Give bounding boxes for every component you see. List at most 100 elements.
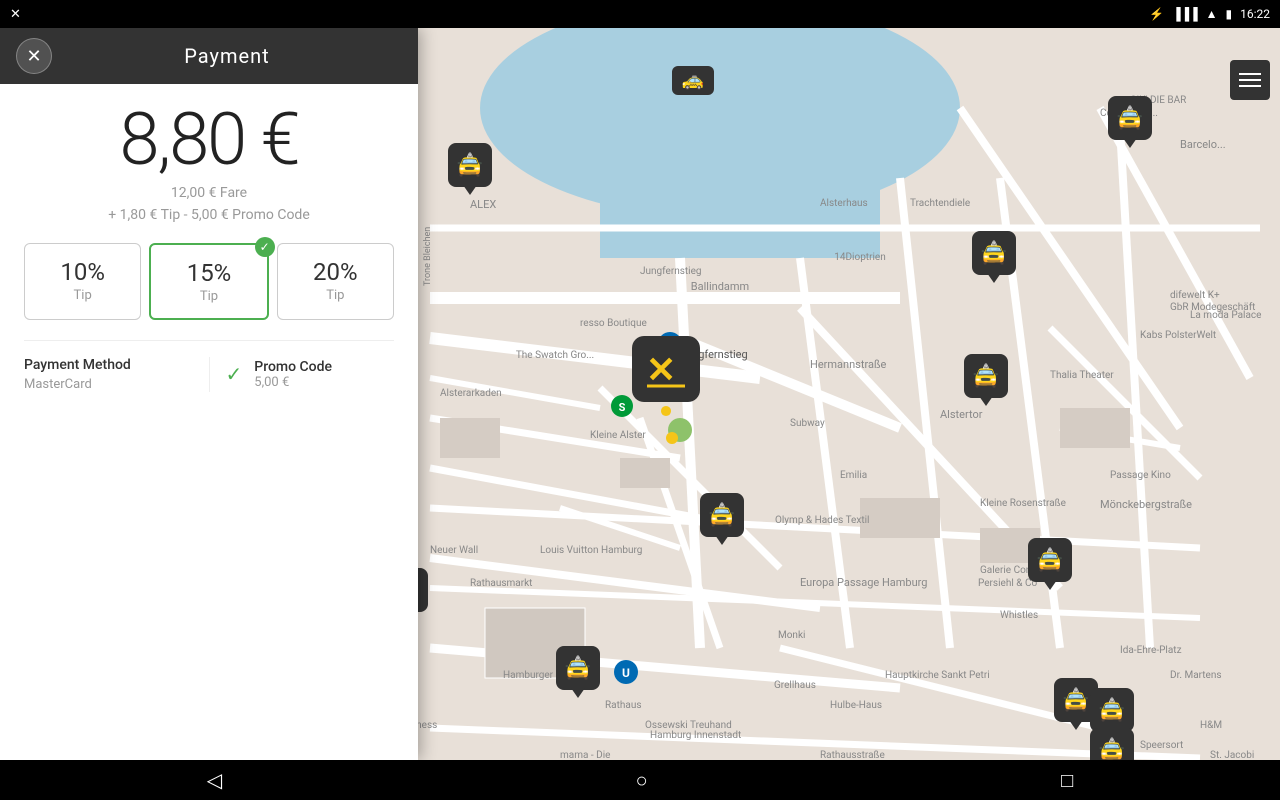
svg-text:Trachtendiele: Trachtendiele [910,198,970,209]
payment-method-value: MasterCard [24,377,193,392]
svg-text:St. Jacobi: St. Jacobi [1210,750,1254,760]
modal-title: Payment [52,44,402,68]
back-button[interactable]: ◁ [207,768,222,792]
svg-text:Alsterarkaden: Alsterarkaden [440,388,502,399]
svg-text:Ballindamm: Ballindamm [691,280,749,293]
svg-text:Olymp & Hades Textil: Olymp & Hades Textil [775,515,869,526]
svg-text:Monki: Monki [778,630,805,641]
time-display: 16:22 [1240,7,1270,21]
navigation-bar: ◁ ○ □ [0,760,1280,800]
fare-display: 8,80 € 12,00 € Fare + 1,80 € Tip - 5,00 … [24,104,394,227]
payment-modal: ✕ Payment 8,80 € 12,00 € Fare + 1,80 € T… [0,28,418,760]
svg-text:Hermannstraße: Hermannstraße [810,358,887,371]
svg-text:Alstertor: Alstertor [940,408,983,421]
taxi-marker: 🚖 [1090,688,1134,732]
svg-text:Mönckebergstraße: Mönckebergstraße [1100,498,1192,511]
promo-code-section[interactable]: ✓ Promo Code 5,00 € [209,357,395,392]
tip-promo-label: + 1,80 € Tip - 5,00 € Promo Code [24,204,394,226]
taxi-marker: 🚖 [1028,538,1072,582]
svg-text:Rathausmarkt: Rathausmarkt [470,578,532,589]
wifi-icon: ▲ [1206,7,1218,21]
svg-text:GbR Modegeschäft: GbR Modegeschäft [1170,301,1255,313]
svg-text:Louis Vuitton Hamburg: Louis Vuitton Hamburg [540,545,642,556]
svg-text:14Dioptrien: 14Dioptrien [834,252,885,263]
tip-10-button[interactable]: 10% Tip [24,243,141,320]
tip-10-percent: 10% [25,258,140,286]
taxi-marker: 🚖 [448,143,492,187]
promo-checkmark-icon: ✓ [226,362,243,386]
tip-20-label: Tip [278,288,393,303]
svg-text:Hulbe-Haus: Hulbe-Haus [830,700,882,711]
menu-button[interactable] [1230,60,1270,100]
status-left: ✕ [10,7,21,22]
taxi-marker: 🚖 [964,354,1008,398]
svg-text:difewelt K+: difewelt K+ [1170,289,1220,301]
svg-text:Emilia: Emilia [840,470,867,481]
svg-text:H&M: H&M [1200,720,1222,731]
status-right: ⚡ ▐▐▐ ▲ ▮ 16:22 [1149,7,1270,21]
bluetooth-icon: ⚡ [1149,7,1164,21]
taxi-marker: 🚖 [1090,728,1134,760]
svg-text:U: U [622,666,630,680]
vehicle-type-icon[interactable]: 🚕 [672,66,714,95]
svg-text:Barcelo...: Barcelo... [1180,138,1226,151]
payment-method-section[interactable]: Payment Method MasterCard [24,357,209,392]
svg-text:Ossewski Treuhand: Ossewski Treuhand [645,720,732,731]
svg-text:Subway: Subway [790,418,825,429]
fare-label: 12,00 € Fare [24,182,394,204]
modal-header: ✕ Payment [0,28,418,84]
promo-info: Promo Code 5,00 € [254,359,332,390]
svg-text:Ida-Ehre-Platz: Ida-Ehre-Platz [1120,645,1182,656]
fare-breakdown: 12,00 € Fare + 1,80 € Tip - 5,00 € Promo… [24,182,394,227]
svg-text:Alsterhaus: Alsterhaus [820,198,868,209]
svg-text:Europa Passage Hamburg: Europa Passage Hamburg [800,576,927,589]
svg-text:Thalia Theater: Thalia Theater [1050,370,1114,381]
svg-text:Kleine Rosenstraße: Kleine Rosenstraße [980,498,1066,509]
svg-text:S: S [619,401,626,414]
tip-20-percent: 20% [278,258,393,286]
close-button[interactable]: ✕ [16,38,52,74]
battery-icon: ▮ [1226,7,1233,21]
svg-text:Hamburg Innenstadt: Hamburg Innenstadt [650,730,741,741]
svg-text:Trone Bleichen: Trone Bleichen [423,227,433,286]
svg-text:Dr. Martens: Dr. Martens [1170,670,1222,681]
svg-text:Passage Kino: Passage Kino [1110,470,1171,481]
payment-method-title: Payment Method [24,357,193,373]
x-icon: ✕ [10,7,21,22]
taxi-marker: 🚖 [700,493,744,537]
svg-text:Hauptkirche Sankt Petri: Hauptkirche Sankt Petri [885,670,990,681]
tip-10-label: Tip [25,288,140,303]
svg-text:Rathausstraße: Rathausstraße [820,750,885,760]
svg-text:mama - Die: mama - Die [560,750,610,760]
taxi-marker: 🚖 [972,231,1016,275]
svg-text:resso Boutique: resso Boutique [580,318,647,329]
modal-body: 8,80 € 12,00 € Fare + 1,80 € Tip - 5,00 … [0,84,418,760]
svg-text:The Swatch Gro...: The Swatch Gro... [516,350,594,361]
svg-text:Kabs PolsterWelt: Kabs PolsterWelt [1140,330,1216,341]
taxi-marker: 🚖 [556,646,600,690]
promo-code-title: Promo Code [254,359,332,375]
tip-20-button[interactable]: 20% Tip [277,243,394,320]
svg-text:Kleine Alster: Kleine Alster [590,430,646,441]
svg-text:Neuer Wall: Neuer Wall [430,545,478,556]
signal-icon: ▐▐▐ [1172,7,1198,21]
promo-code-value: 5,00 € [254,375,332,390]
tip-selector: 10% Tip ✓ 15% Tip 20% Tip [24,243,394,320]
svg-text:ALEX: ALEX [470,198,496,211]
close-icon: ✕ [26,46,41,67]
mytaxi-center-marker: ✕ [626,336,706,416]
tip-15-checkmark: ✓ [255,237,275,257]
payment-bottom: Payment Method MasterCard ✓ Promo Code 5… [24,340,394,408]
home-button[interactable]: ○ [636,768,648,793]
recents-button[interactable]: □ [1061,768,1073,793]
svg-text:Persiehl & Co: Persiehl & Co [978,578,1037,589]
svg-text:Rathaus: Rathaus [605,700,642,711]
main-amount: 8,80 € [24,104,394,176]
svg-text:Grellhaus: Grellhaus [774,680,816,691]
tip-15-percent: 15% [151,259,266,287]
status-bar: ✕ ⚡ ▐▐▐ ▲ ▮ 16:22 [0,0,1280,28]
svg-text:Jungfernstieg: Jungfernstieg [640,265,702,277]
svg-text:Speersort: Speersort [1140,740,1183,751]
svg-text:Whistles: Whistles [1000,610,1038,621]
tip-15-button[interactable]: ✓ 15% Tip [149,243,268,320]
